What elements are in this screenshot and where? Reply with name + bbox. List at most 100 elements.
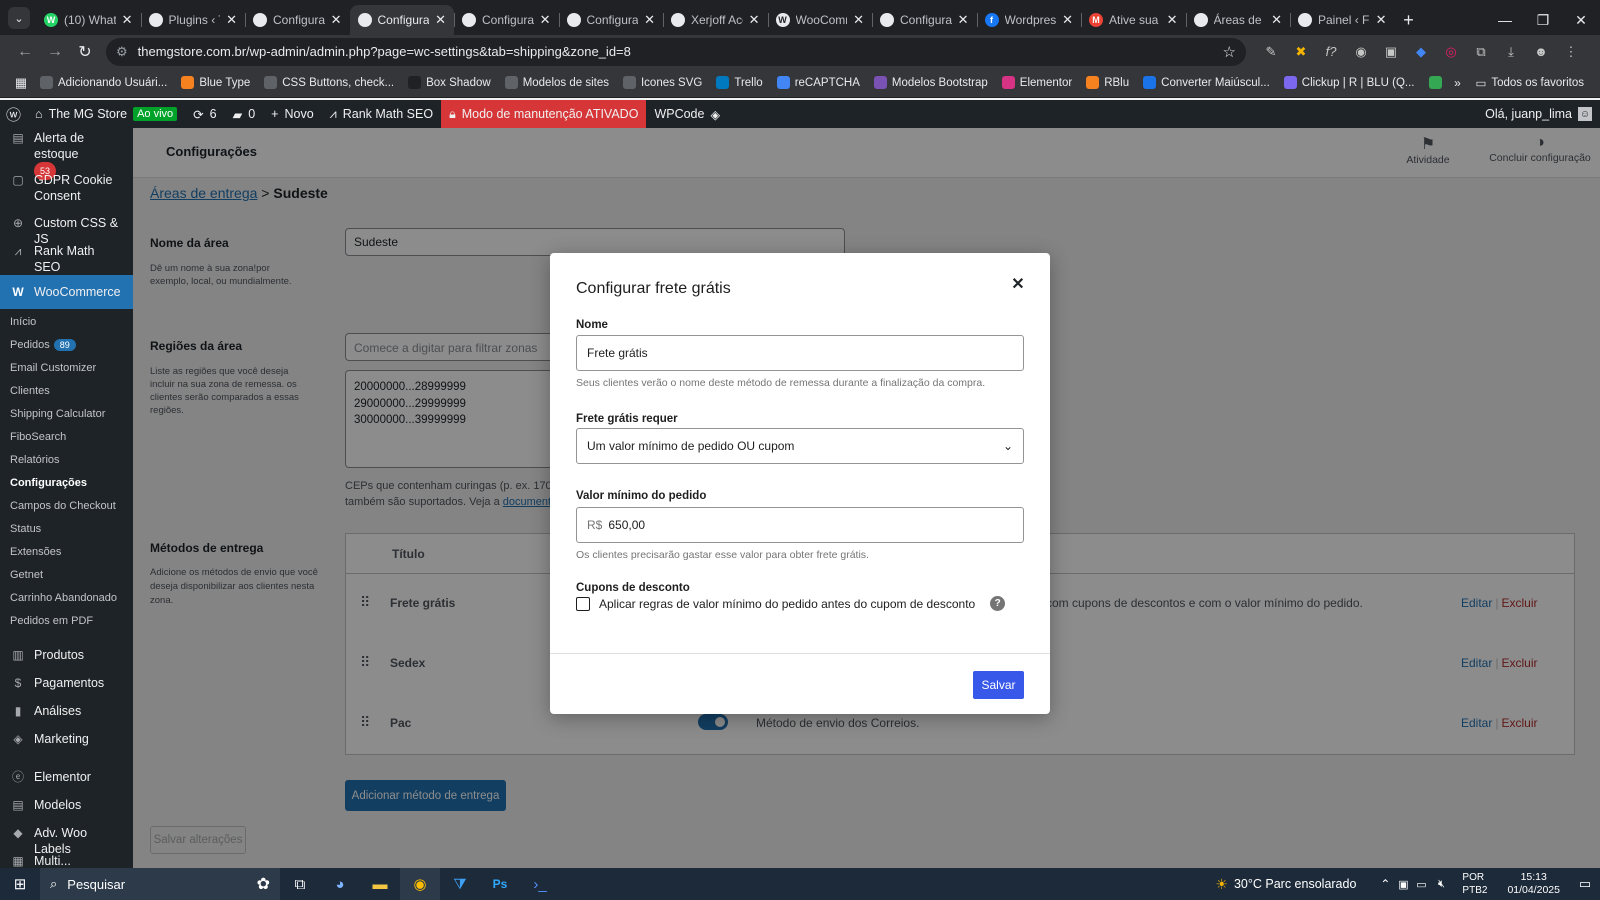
tool-extension-icon[interactable]: ✖ [1286, 38, 1316, 66]
help-icon[interactable]: ? [990, 596, 1006, 611]
tab-close-icon[interactable]: ✕ [644, 12, 655, 28]
rank-math-link[interactable]: ⩘ Rank Math SEO [322, 100, 441, 128]
sidebar-subitem[interactable]: Configurações [10, 477, 87, 489]
tab-close-icon[interactable]: ✕ [435, 12, 446, 28]
apps-grid-icon[interactable]: ▦ [10, 75, 32, 91]
powershell-icon[interactable]: ›_ [520, 868, 560, 900]
requires-select[interactable]: Um valor mínimo de pedido OU cupom ⌄ [576, 428, 1024, 464]
browser-tab[interactable]: Plugins ‹ The MG ✕ [140, 5, 246, 35]
new-content-link[interactable]: + Novo [263, 100, 322, 128]
site-info-icon[interactable]: ⚙ [116, 44, 128, 60]
sidebar-subitem[interactable]: Campos do Checkout [10, 500, 116, 512]
browser-tab[interactable]: Configurações ✕ [349, 5, 454, 35]
bookmark-item[interactable]: reCAPTCHA [771, 76, 866, 89]
color-extension-icon[interactable]: ◎ [1436, 38, 1466, 66]
tab-close-icon[interactable]: ✕ [122, 12, 133, 28]
close-icon[interactable]: ✕ [1007, 273, 1029, 295]
sidebar-item[interactable]: ▮ Análises [0, 703, 133, 719]
sidebar-item[interactable]: ▦ Multi... [0, 853, 133, 868]
bookmark-item[interactable]: Modelos Bootstrap [868, 76, 994, 89]
bookmark-item[interactable]: Tema ohio demo1 -... [1423, 76, 1446, 89]
sidebar-item[interactable]: $ Pagamentos [0, 675, 133, 691]
clock[interactable]: 15:13 01/04/2025 [1507, 871, 1560, 897]
wordpress-logo-icon[interactable]: ⓦ [0, 100, 27, 128]
notifications-icon[interactable]: ▭ [1570, 876, 1600, 892]
windows-start-icon[interactable]: ⊞ [0, 868, 40, 900]
sidebar-subitem[interactable]: Status [10, 523, 41, 535]
tab-close-icon[interactable]: ✕ [1167, 12, 1178, 28]
tab-close-icon[interactable]: ✕ [958, 12, 969, 28]
save-button[interactable]: Salvar [973, 671, 1024, 699]
sidebar-item-rank-math[interactable]: ⩘ Rank Math SEO [0, 243, 133, 275]
chrome-icon[interactable]: ◉ [400, 868, 440, 900]
close-window-icon[interactable]: ✕ [1562, 5, 1600, 35]
more-bookmarks-icon[interactable]: » [1447, 76, 1467, 90]
tab-close-icon[interactable]: ✕ [540, 12, 551, 28]
site-name-link[interactable]: ⌂ The MG Store Ao vivo [27, 100, 185, 128]
sidebar-item-woocommerce[interactable]: W WooCommerce [0, 275, 133, 309]
task-view-icon[interactable]: ⧉ [280, 868, 320, 900]
all-bookmarks-folder[interactable]: ▭ Todos os favoritos [1469, 76, 1590, 90]
url-bar[interactable]: ⚙ themgstore.com.br/wp-admin/admin.php?p… [106, 37, 1246, 66]
sidebar-subitem[interactable]: Carrinho Abandonado [10, 592, 117, 604]
coupons-checkbox-label[interactable]: Aplicar regras de valor mínimo do pedido… [599, 597, 975, 611]
sidebar-item[interactable]: ◈ Marketing [0, 731, 133, 747]
volume-mute-icon[interactable]: 🔇︎ [1430, 878, 1452, 891]
vscode-icon[interactable]: ⧩ [440, 868, 480, 900]
bookmark-item[interactable]: Clickup | R | BLU (Q... [1278, 76, 1421, 89]
bookmark-item[interactable]: Adicionando Usuári... [34, 76, 173, 89]
browser-menu-icon[interactable]: ⋮ [1556, 38, 1586, 66]
sidebar-subitem[interactable]: Getnet [10, 569, 43, 581]
tab-close-icon[interactable]: ✕ [331, 12, 342, 28]
browser-tab[interactable]: Configurações ✕ [245, 5, 350, 35]
tab-close-icon[interactable]: ✕ [853, 12, 864, 28]
sidebar-subitem[interactable]: Clientes [10, 385, 50, 397]
restore-icon[interactable]: ❐ [1524, 5, 1562, 35]
browser-tab[interactable]: W (10) WhatsApp ✕ [36, 5, 141, 35]
tab-close-icon[interactable]: ✕ [1376, 12, 1387, 28]
bookmark-item[interactable]: Converter Maiúscul... [1137, 76, 1276, 89]
comments-link[interactable]: ▰ 0 [225, 100, 264, 128]
browser-tab[interactable]: Configurações ✕ [454, 5, 559, 35]
sidebar-item[interactable]: ⓔ Elementor [0, 769, 133, 785]
sidebar-subitem[interactable]: Pedidos 89 [10, 339, 76, 351]
bookmark-item[interactable]: Blue Type [175, 76, 256, 89]
bookmark-item[interactable]: Box Shadow [402, 76, 497, 89]
network-icon[interactable]: ▭ [1412, 878, 1430, 891]
bookmark-item[interactable]: Modelos de sites [499, 76, 615, 89]
back-icon[interactable]: ← [10, 38, 40, 66]
browser-tab[interactable]: Painel ‹ Fale ✕ [1290, 5, 1395, 35]
bookmark-item[interactable]: Icones SVG [617, 76, 708, 89]
code-extension-icon[interactable]: ▣ [1376, 38, 1406, 66]
browser-tab[interactable]: M Ative sua conta ✕ [1081, 5, 1186, 35]
camera-extension-icon[interactable]: ◉ [1346, 38, 1376, 66]
bookmark-star-icon[interactable]: ☆ [1223, 43, 1236, 61]
sidebar-subitem[interactable]: Email Customizer [10, 362, 96, 374]
coupons-checkbox[interactable] [576, 596, 590, 611]
wpcode-link[interactable]: WPCode ◈ [646, 100, 728, 128]
bookmark-item[interactable]: RBlu [1080, 76, 1135, 89]
browser-tab[interactable]: Configurações ✕ [872, 5, 977, 35]
tag-extension-icon[interactable]: ◆ [1406, 38, 1436, 66]
copilot-icon[interactable]: ◕ [320, 868, 360, 900]
tray-chevron-icon[interactable]: ⌃ [1376, 877, 1394, 891]
photoshop-icon[interactable]: Ps [480, 868, 520, 900]
tab-close-icon[interactable]: ✕ [226, 12, 237, 28]
sidebar-subitem[interactable]: Shipping Calculator [10, 408, 105, 420]
browser-tab[interactable]: Áreas de entrega ✕ [1185, 5, 1291, 35]
forward-icon[interactable]: → [40, 38, 70, 66]
file-explorer-icon[interactable]: ▬ [360, 868, 400, 900]
sidebar-item[interactable]: ▤ Modelos [0, 797, 133, 813]
sidebar-subitem[interactable]: Pedidos em PDF [10, 615, 93, 627]
browser-tab[interactable]: W WooCommerce ✕ [767, 5, 873, 35]
sidebar-item-gdpr[interactable]: ▢ GDPR Cookie Consent [0, 172, 133, 204]
browser-tab[interactable]: Configurações ✕ [558, 5, 664, 35]
sidebar-subitem[interactable]: Extensões [10, 546, 61, 558]
taskbar-search[interactable]: ⌕ Pesquisar ✿ [40, 868, 280, 900]
download-icon[interactable]: ⤓ [1496, 38, 1526, 66]
weather-text[interactable]: 30°C Parc ensolarado [1234, 877, 1356, 891]
browser-tab[interactable]: f Wordpress ✕ [976, 5, 1082, 35]
sidebar-subitem[interactable]: FiboSearch [10, 431, 66, 443]
sidebar-subitem[interactable]: Início [10, 316, 36, 328]
tray-app-icon[interactable]: ▣ [1394, 878, 1412, 891]
